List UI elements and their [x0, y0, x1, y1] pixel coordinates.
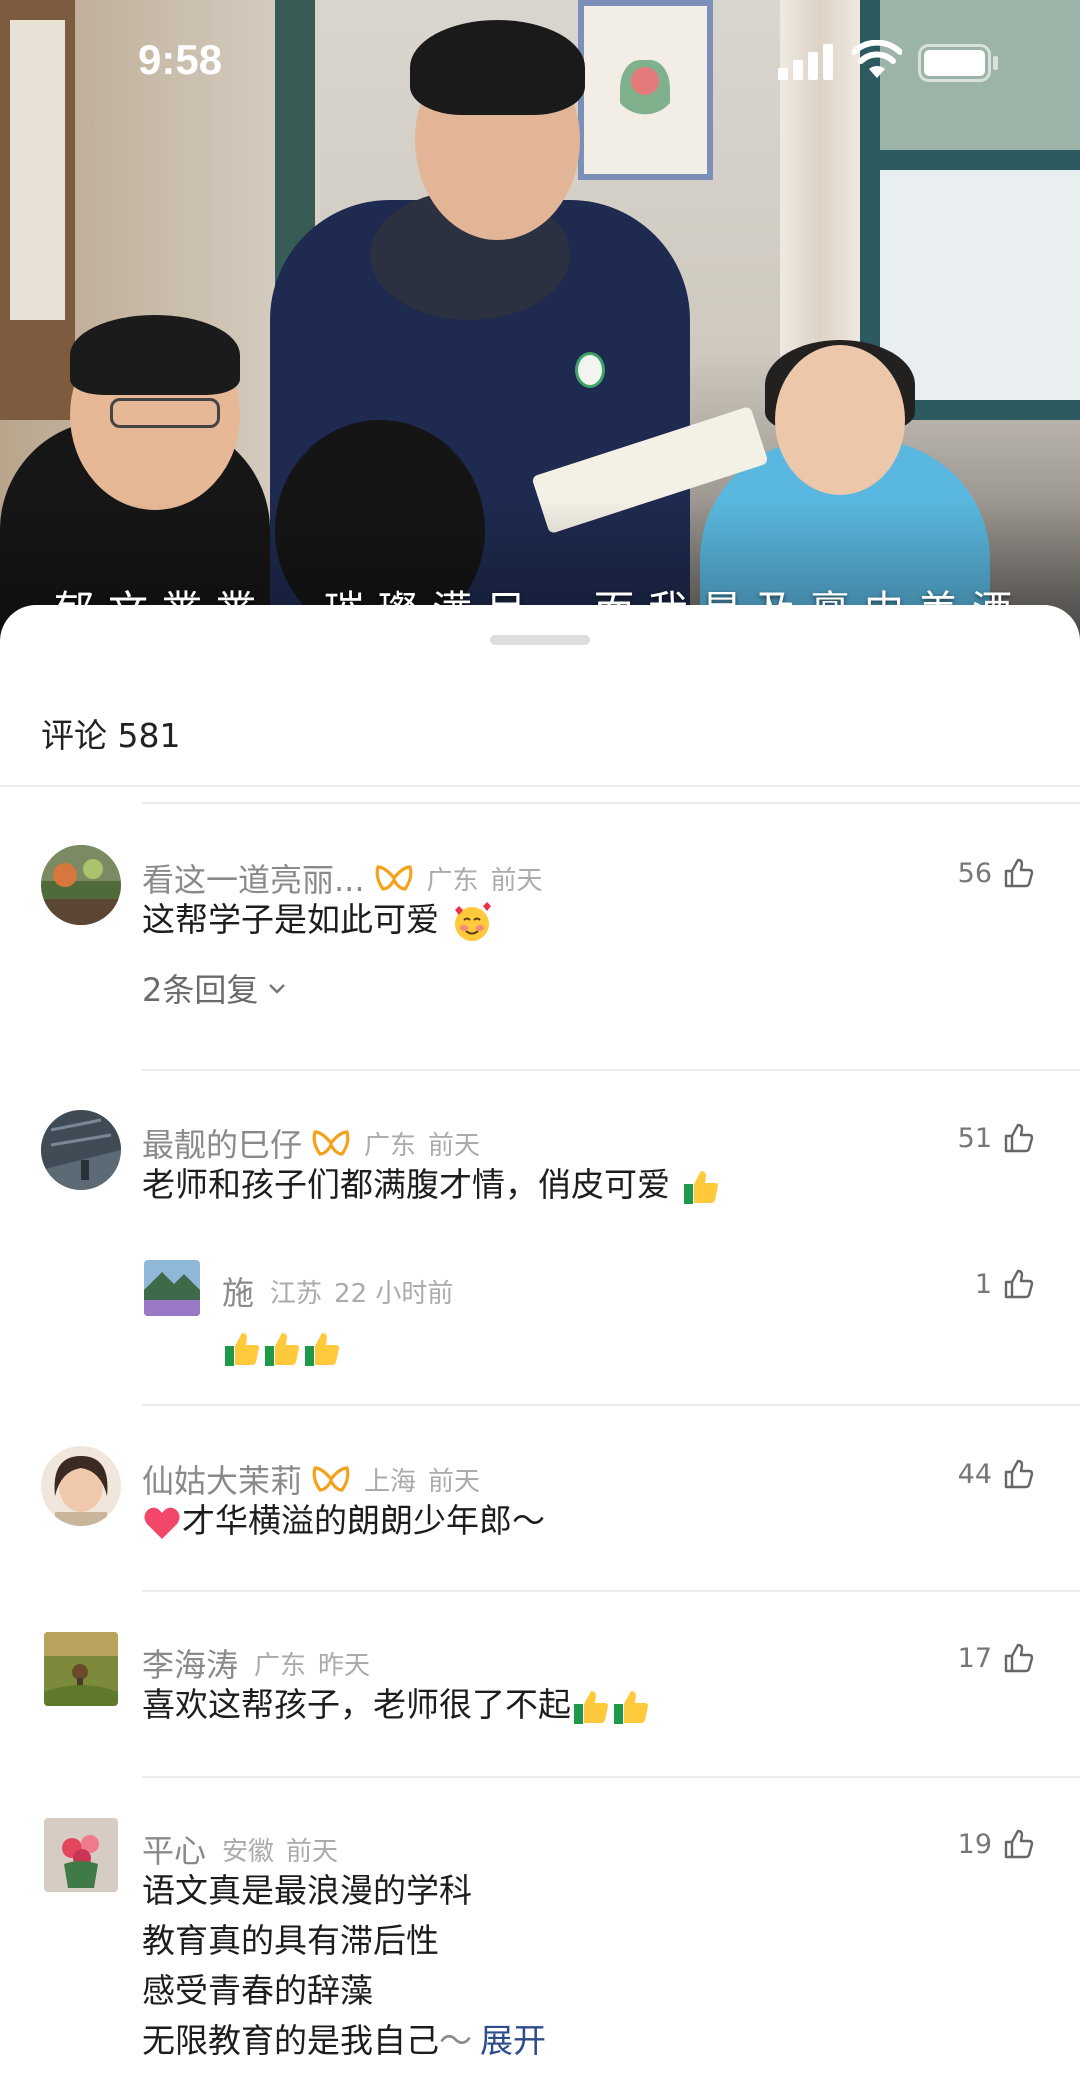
comment-location: 广东 — [364, 1130, 417, 1161]
comment-text-content: 才华横溢的朗朗少年郎～ — [182, 1501, 545, 1540]
vip-badge-icon — [312, 1130, 350, 1156]
like-count: 19 — [957, 1828, 992, 1860]
avatar[interactable] — [41, 1446, 121, 1526]
chevron-down-icon — [269, 984, 286, 994]
smiling-face-hearts-emoji-icon — [454, 901, 491, 941]
comment-line: 感受青春的辞藻 — [142, 1971, 373, 2010]
thumbs-up-icon — [1004, 1459, 1034, 1489]
comment-text: 才华横溢的朗朗少年郎～ — [142, 1496, 545, 1546]
vip-badge-icon — [312, 1466, 350, 1492]
comment-text-content: 老师和孩子们都满腹才情，俏皮可爱 — [142, 1165, 670, 1204]
thumbs-up-emoji-icon — [574, 1690, 608, 1724]
student-left-hair — [70, 315, 240, 395]
thumbs-up-icon — [1004, 1643, 1034, 1673]
poster-art — [620, 60, 670, 130]
comment-meta: 广东 前天 — [427, 860, 555, 897]
tilde: ～ — [439, 2021, 472, 2060]
battery-icon — [918, 44, 998, 82]
divider — [142, 1404, 1080, 1406]
video-player[interactable]: 郁文黹黹，璀璨满目，而我是及禀中美酒 — [0, 0, 1080, 640]
comment-time: 前天 — [286, 1836, 339, 1867]
comment-text: 老师和孩子们都满腹才情，俏皮可爱 — [142, 1160, 721, 1210]
comment-line: 无限教育的是我自己 — [142, 2021, 439, 2060]
reply-author[interactable]: 施 — [222, 1268, 254, 1314]
comment-location: 广东 — [254, 1650, 307, 1681]
comment-time: 前天 — [428, 1466, 481, 1497]
thumbs-up-icon — [1004, 858, 1034, 888]
thumbs-up-emoji-icon — [683, 1170, 718, 1204]
thumbs-up-emoji-icon — [225, 1332, 259, 1366]
like-count: 56 — [957, 857, 992, 889]
avatar[interactable] — [44, 1632, 118, 1706]
comment-text: 喜欢这帮孩子，老师很了不起 — [142, 1680, 651, 1730]
reply-like-count: 1 — [974, 1268, 992, 1300]
vip-badge-icon — [375, 865, 412, 891]
replies-label: 2条回复 — [142, 971, 259, 1009]
thumbs-up-emoji-icon — [614, 1690, 648, 1724]
reply-location: 江苏 — [270, 1278, 323, 1309]
divider — [142, 1776, 1080, 1778]
status-time: 9:58 — [138, 36, 223, 83]
reply-like-button[interactable]: 1 — [975, 1268, 1034, 1300]
like-button[interactable]: 44 — [958, 1458, 1034, 1490]
comment-meta: 上海 前天 — [364, 1461, 492, 1498]
avatar[interactable] — [44, 1818, 118, 1892]
comment-line-last: 无限教育的是我自己～ 展开 — [142, 2016, 546, 2066]
like-count: 44 — [957, 1458, 992, 1490]
thumbs-up-icon — [1004, 1829, 1034, 1859]
student-left-glasses — [110, 398, 220, 428]
comments-count-title: 评论 581 — [41, 716, 181, 755]
like-button[interactable]: 19 — [958, 1828, 1034, 1860]
window-glass — [880, 170, 1080, 400]
comment-line: 语文真是最浪漫的学科 — [142, 1871, 472, 1910]
comment-text-content: 这帮学子是如此可爱 — [142, 900, 439, 939]
comment-meta: 广东 昨天 — [254, 1645, 382, 1682]
comment-time: 前天 — [490, 865, 543, 896]
comments-sheet: 评论 581 看这一道亮丽... 广东前天 56 这帮学子是如此可爱 2条回复 — [0, 605, 1080, 2099]
thumbs-up-icon — [1004, 1269, 1034, 1299]
header-divider — [0, 785, 1080, 787]
comment-time: 昨天 — [318, 1650, 371, 1681]
sheet-drag-handle[interactable] — [490, 635, 590, 645]
thumbs-up-emoji-icon — [265, 1332, 299, 1366]
divider — [142, 802, 1080, 804]
thumbs-up-emoji-icon — [305, 1332, 339, 1366]
comment-line: 教育真的具有滞后性 — [142, 1921, 439, 1960]
like-button[interactable]: 17 — [958, 1642, 1034, 1674]
reply-text — [222, 1322, 342, 1372]
comment-location: 上海 — [364, 1466, 417, 1497]
like-count: 17 — [957, 1642, 992, 1674]
comment-time: 前天 — [428, 1130, 481, 1161]
like-button[interactable]: 56 — [958, 857, 1034, 889]
heart-emoji-icon — [144, 1507, 180, 1539]
comment-text-content: 喜欢这帮孩子，老师很了不起 — [142, 1685, 571, 1724]
reply-meta: 江苏 22 小时前 — [270, 1273, 465, 1310]
reply-header: 施 江苏 22 小时前 — [222, 1268, 465, 1314]
like-count: 51 — [957, 1122, 992, 1154]
comment-text: 这帮学子是如此可爱 — [142, 895, 494, 945]
like-button[interactable]: 51 — [958, 1122, 1034, 1154]
school-badge — [575, 352, 605, 388]
avatar[interactable] — [41, 1110, 121, 1190]
view-replies-button[interactable]: 2条回复 — [142, 965, 288, 1011]
comment-meta: 广东 前天 — [364, 1125, 492, 1162]
door-glass — [10, 20, 65, 320]
reply-avatar[interactable] — [144, 1260, 200, 1316]
avatar[interactable] — [41, 845, 121, 925]
cellular-signal-icon — [778, 44, 833, 80]
wifi-icon — [852, 40, 902, 78]
reply-time: 22 小时前 — [334, 1278, 454, 1309]
thumbs-up-icon — [1004, 1123, 1034, 1153]
divider — [142, 1590, 1080, 1592]
comment-meta: 安徽 前天 — [222, 1831, 350, 1868]
student-center-hair — [410, 20, 585, 115]
comment-location: 安徽 — [222, 1836, 275, 1867]
divider — [142, 1069, 1080, 1071]
student-right-face — [775, 345, 905, 495]
comment-text: 语文真是最浪漫的学科 教育真的具有滞后性 感受青春的辞藻 无限教育的是我自己～展… — [142, 1866, 546, 2066]
expand-button[interactable]: 展开 — [480, 2021, 546, 2060]
comment-location: 广东 — [426, 865, 479, 896]
